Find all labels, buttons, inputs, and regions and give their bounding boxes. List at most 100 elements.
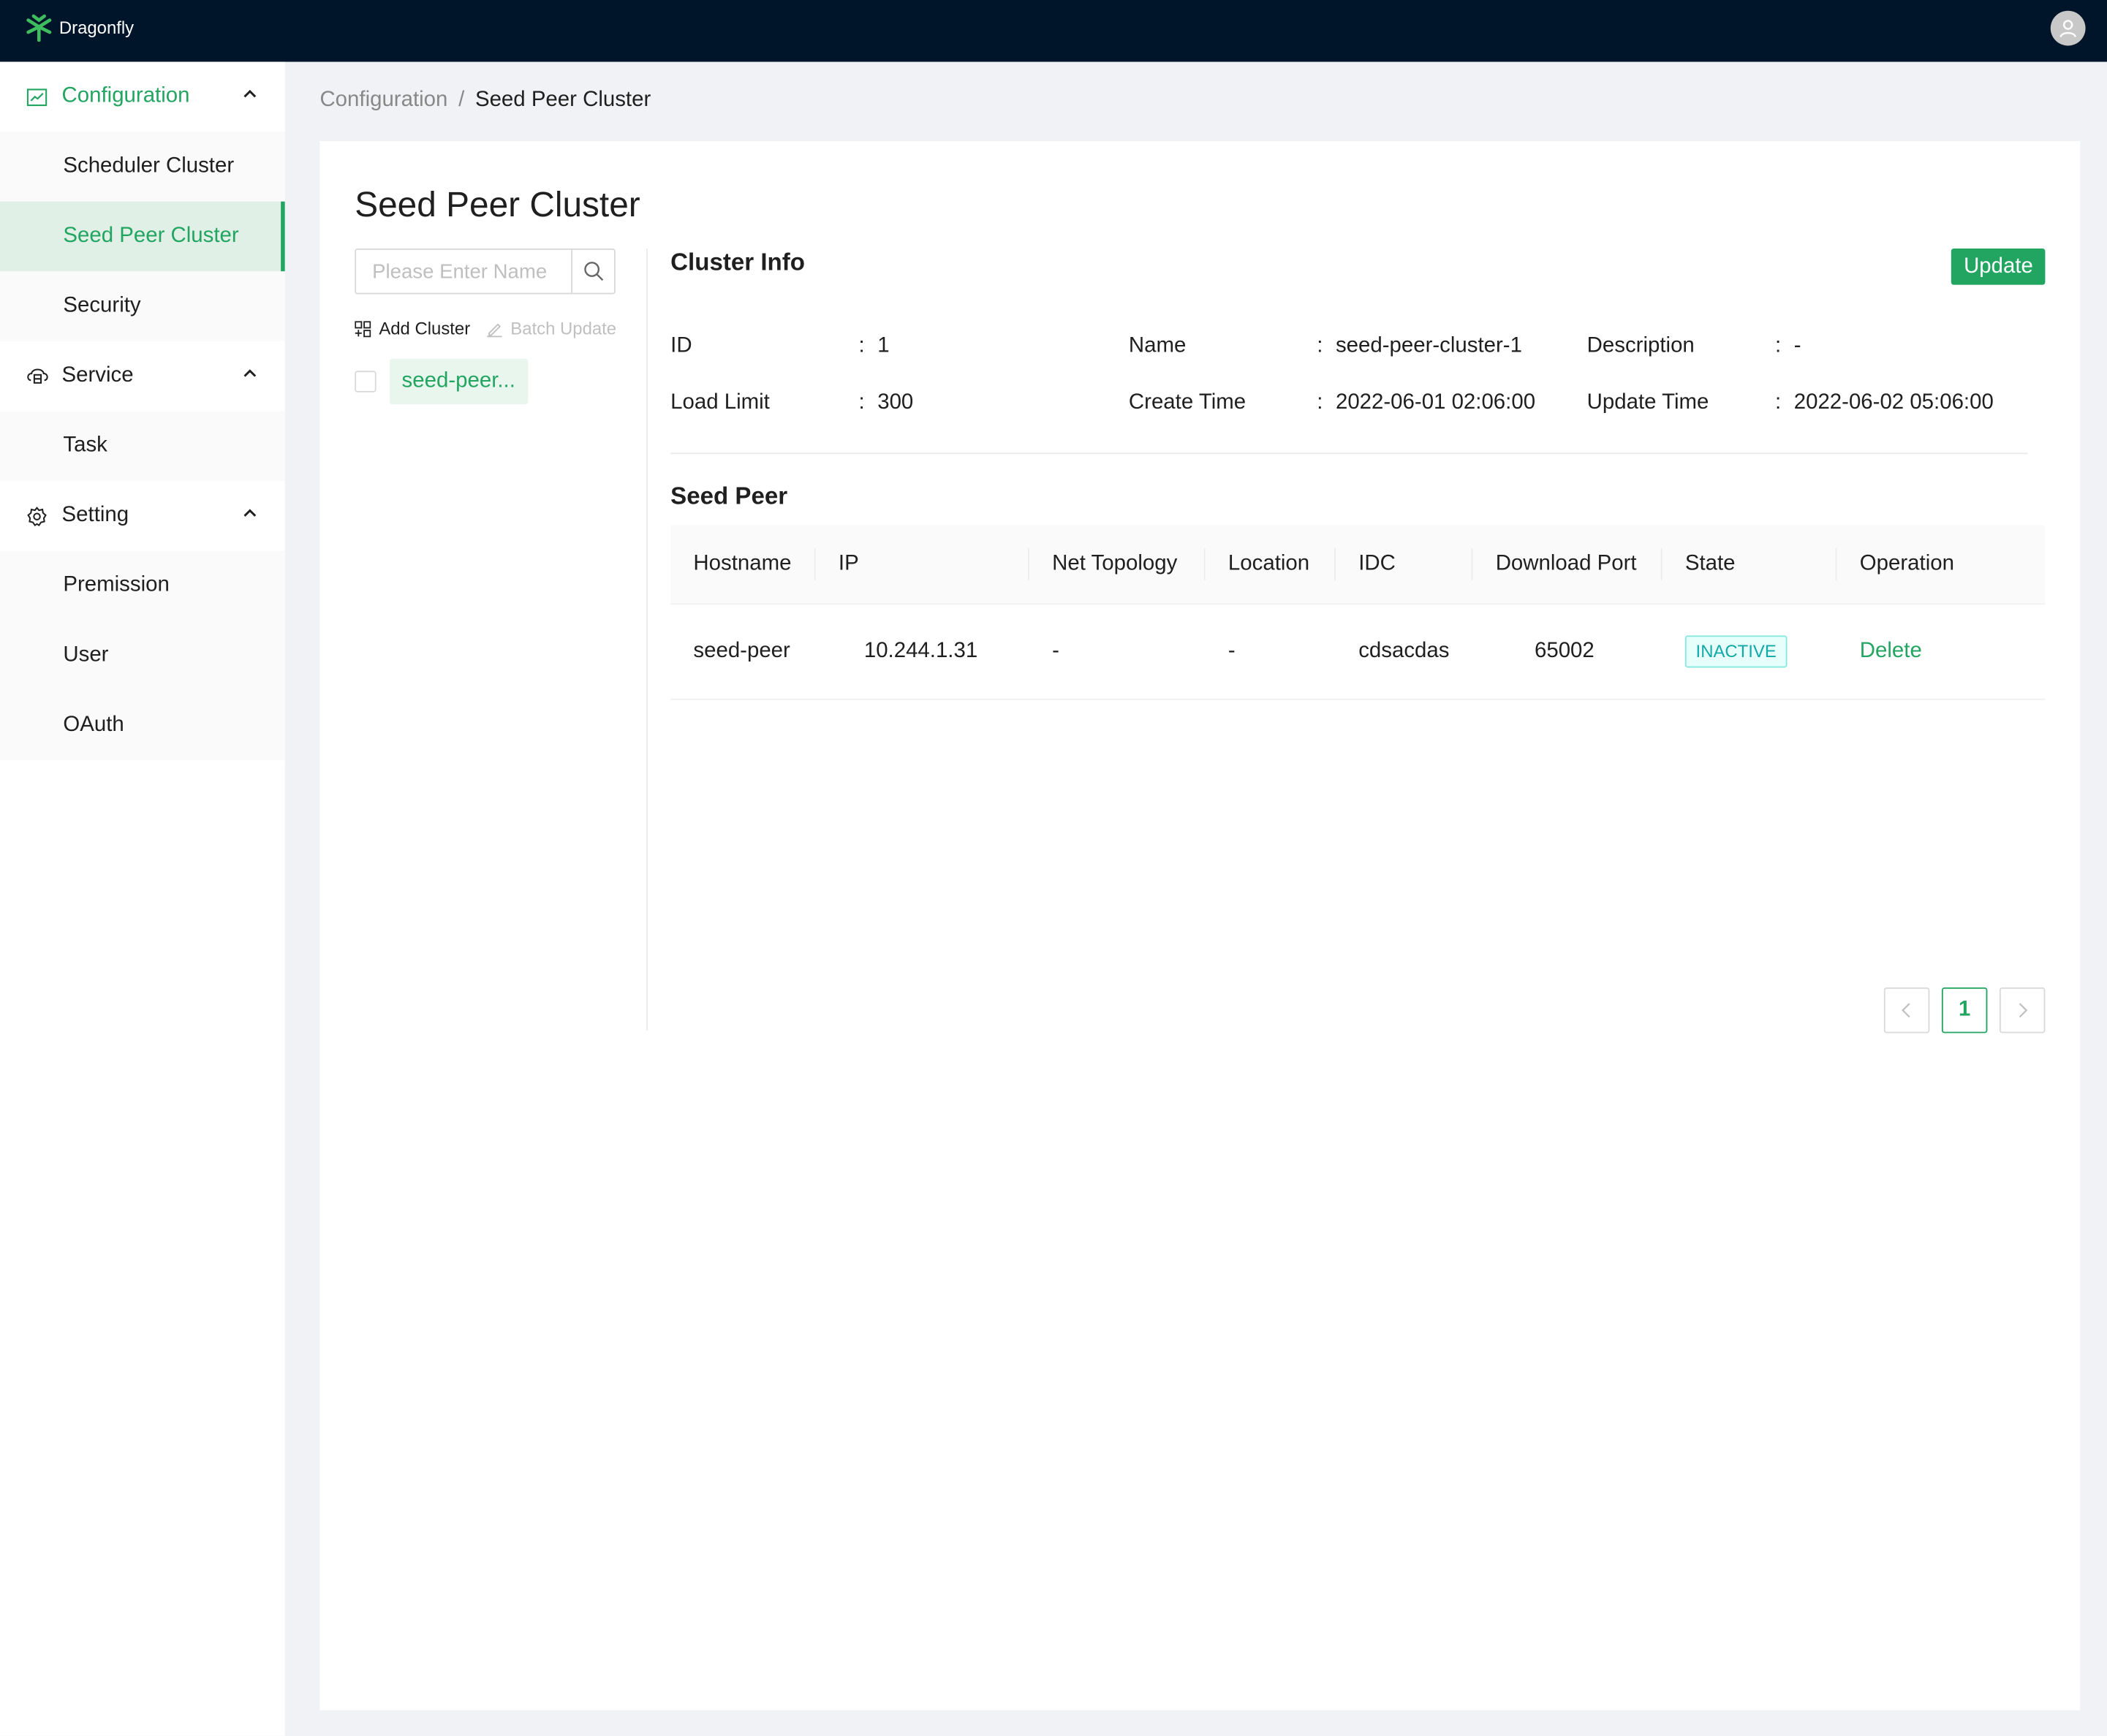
edit-icon [487,322,502,337]
next-page-button[interactable] [1999,987,2046,1034]
col-idc[interactable]: IDC [1335,525,1473,605]
cluster-actions: Add Cluster Batch Update [355,318,617,339]
seed-peer-table: Hostname IP Net Topology Location IDC Do… [670,525,2046,700]
batch-update-label: Batch Update [510,318,617,339]
col-location[interactable]: Location [1205,525,1336,605]
pagination: 1 [1883,987,2046,1034]
id-value: 1 [877,334,890,357]
sidebar-item-label: Premission [63,573,170,597]
table-header-row: Hostname IP Net Topology Location IDC Do… [670,525,2046,605]
batch-update-button[interactable]: Batch Update [486,318,617,339]
breadcrumb-current: Seed Peer Cluster [474,88,651,112]
cluster-info: ID:1 Name: seed-peer-cluster-1 Descriptio… [670,319,2045,431]
chevron-left-icon [1902,1003,1910,1018]
app-name: Dragonfly [58,16,135,37]
sidebar-group-configuration[interactable]: Configuration [0,61,285,132]
user-avatar[interactable] [2050,10,2086,46]
page-1-button[interactable]: 1 [1941,987,1988,1034]
sidebar-item-oauth[interactable]: OAuth [0,690,285,761]
cluster-info-title: Cluster Info [670,249,805,276]
dragonfly-logo-icon [26,14,52,42]
colon: : [858,390,865,414]
app-logo[interactable]: Dragonfly [24,12,134,42]
col-ip[interactable]: IP [815,525,1029,605]
add-cluster-button[interactable]: Add Cluster [355,318,471,339]
cluster-search [355,249,616,295]
seed-peer-title: Seed Peer [670,482,788,509]
cell-ip: 10.244.1.31 [815,604,1029,700]
cell-state: INACTIVE [1662,604,1837,700]
name-value: seed-peer-cluster-1 [1335,334,1522,357]
colon: : [1317,390,1323,414]
sidebar-item-label: Task [63,433,107,457]
sidebar-item-premission[interactable]: Premission [0,550,285,621]
sidebar-item-security[interactable]: Security [0,271,285,341]
top-bar: Dragonfly [0,0,2107,62]
col-net-topology[interactable]: Net Topology [1029,525,1206,605]
cell-location: - [1205,604,1336,700]
sidebar-group-setting[interactable]: Setting [0,481,285,551]
cluster-list-item: seed-peer... [355,358,528,405]
sidebar-group-label: Service [61,364,134,387]
add-cluster-label: Add Cluster [379,318,471,339]
load-limit-label: Load Limit [670,390,770,414]
sidebar-group-label: Configuration [61,84,190,108]
cloud-server-icon [27,365,48,387]
chart-line-icon [26,86,48,107]
sidebar-item-label: Scheduler Cluster [63,154,235,178]
content-card: Seed Peer Cluster Add Cluster Batch Upda… [319,140,2081,1710]
chevron-up-icon [243,89,257,98]
vertical-divider [646,249,648,1031]
description-label: Description [1586,334,1695,357]
colon: : [1317,334,1323,357]
cell-operation: Delete [1836,604,2046,700]
cluster-checkbox[interactable] [355,371,377,393]
info-row: Load Limit:300 Create Time:2022-06-01 02… [670,375,2045,431]
load-limit-value: 300 [877,390,914,414]
description-value: - [1793,334,1801,357]
name-label: Name [1128,334,1187,357]
col-download-port[interactable]: Download Port [1472,525,1662,605]
create-time-label: Create Time [1128,390,1247,414]
prev-page-button[interactable] [1883,987,1930,1034]
sidebar-item-seed-peer-cluster[interactable]: Seed Peer Cluster [0,201,285,272]
breadcrumb-parent[interactable]: Configuration [319,88,447,111]
add-cluster-icon [355,320,371,337]
sidebar: Configuration Scheduler Cluster Seed Pee… [0,61,285,1736]
breadcrumb: Configuration / Seed Peer Cluster [319,88,651,113]
state-badge: INACTIVE [1684,635,1788,668]
sidebar-item-label: Seed Peer Cluster [63,224,239,248]
section-divider [670,452,2028,455]
sidebar-item-scheduler-cluster[interactable]: Scheduler Cluster [0,132,285,202]
sidebar-item-task[interactable]: Task [0,411,285,482]
sidebar-group-label: Setting [61,504,129,527]
sidebar-group-service[interactable]: Service [0,341,285,412]
cell-net-topology: - [1029,604,1206,700]
sidebar-item-label: Security [63,294,141,317]
colon: : [1774,390,1782,414]
create-time-value: 2022-06-01 02:06:00 [1335,390,1536,414]
update-time-label: Update Time [1586,390,1709,414]
col-state[interactable]: State [1662,525,1837,605]
chevron-up-icon [243,369,257,377]
col-hostname[interactable]: Hostname [670,525,816,605]
sidebar-item-label: OAuth [63,713,124,737]
chevron-up-icon [243,509,257,517]
chevron-right-icon [2019,1003,2028,1018]
cell-download-port: 65002 [1472,604,1662,700]
gear-icon [27,505,48,526]
delete-link[interactable]: Delete [1860,640,1922,662]
id-label: ID [670,334,692,357]
update-button[interactable]: Update [1951,249,2046,285]
colon: : [858,334,865,357]
col-operation[interactable]: Operation [1836,525,2046,605]
table-row: seed-peer 10.244.1.31 - - cdsacdas 65002… [670,604,2046,700]
sidebar-item-user[interactable]: User [0,621,285,691]
cell-idc: cdsacdas [1335,604,1473,700]
user-icon [2059,20,2076,38]
sidebar-item-label: User [63,643,109,667]
search-button[interactable] [571,249,614,293]
search-input[interactable] [356,249,572,293]
cluster-name-chip[interactable]: seed-peer... [390,358,528,405]
update-time-value: 2022-06-02 05:06:00 [1793,390,1994,414]
